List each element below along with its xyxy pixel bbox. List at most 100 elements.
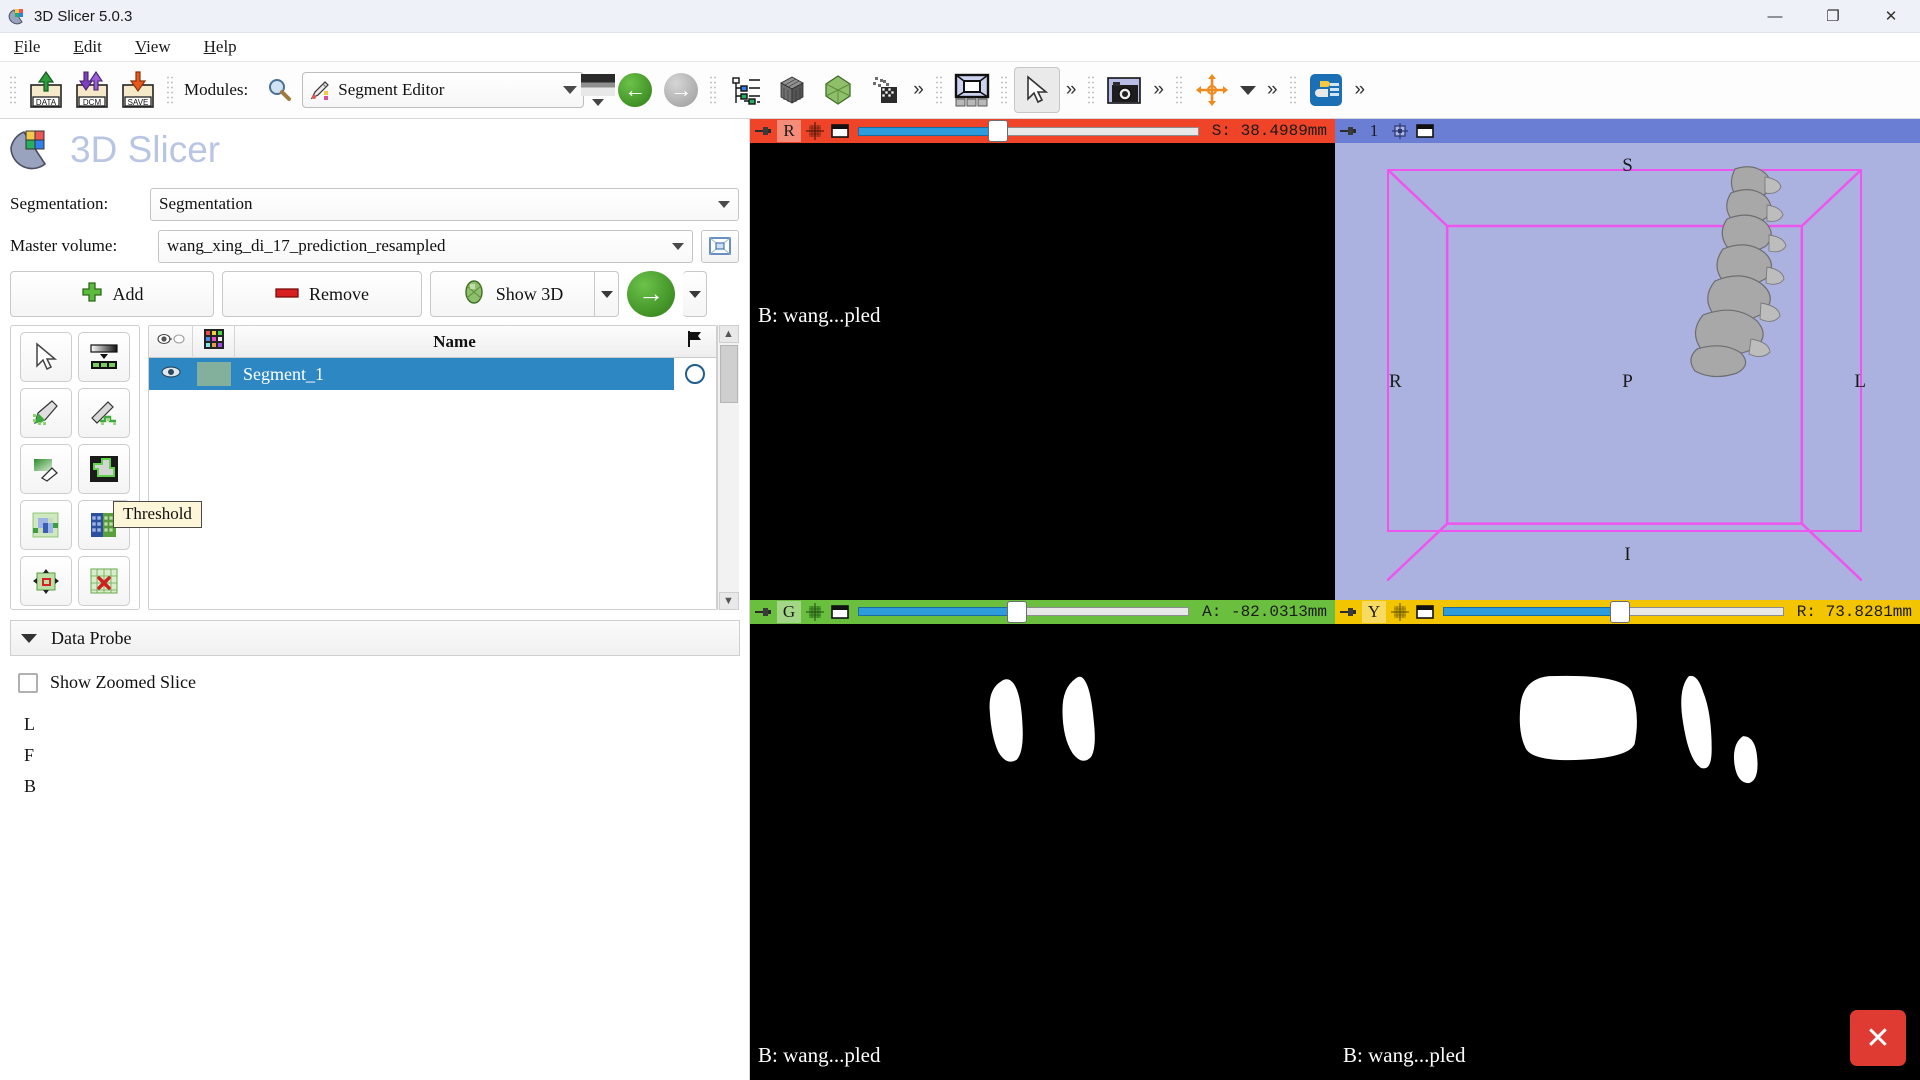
show-3d-options-button[interactable] <box>595 271 619 317</box>
layout-rect-icon[interactable] <box>1414 121 1436 141</box>
layout-rect-icon[interactable] <box>1414 602 1436 622</box>
apply-options-button[interactable] <box>683 271 707 317</box>
toolbar-overflow-mouse[interactable]: » <box>1060 79 1083 101</box>
yellow-slice-slider[interactable] <box>1443 600 1784 623</box>
toolbar-grip[interactable] <box>9 75 18 105</box>
apply-button[interactable]: → <box>627 271 675 317</box>
module-previous-button[interactable]: ← <box>612 67 658 113</box>
green-slice-view[interactable]: G A: -82.0313mm B: wang...pled <box>750 599 1335 1080</box>
red-slice-canvas[interactable]: B: wang...pled <box>750 143 1335 600</box>
segmentation-selector[interactable]: Segmentation <box>150 187 739 221</box>
layout-rect-icon[interactable] <box>829 602 851 622</box>
effect-grow-from-seeds[interactable] <box>20 500 72 550</box>
crosshair-options-button[interactable] <box>1235 67 1261 113</box>
mouse-mode-button[interactable] <box>1013 67 1060 113</box>
effect-draw[interactable] <box>78 388 130 438</box>
models-button[interactable] <box>815 67 861 113</box>
master-volume-selector[interactable]: wang_xing_di_17_prediction_resampled <box>158 229 693 263</box>
segment-status-badge[interactable] <box>674 358 716 390</box>
yellow-view-letter[interactable]: Y <box>1362 600 1386 623</box>
segment-name[interactable]: Segment_1 <box>235 364 674 385</box>
module-next-button[interactable]: → <box>658 67 704 113</box>
add-segment-button[interactable]: Add <box>10 271 214 317</box>
menu-file[interactable]: File <box>14 37 40 57</box>
toolbar-overflow-extensions[interactable]: » <box>1349 79 1372 101</box>
close-overlay-button[interactable]: ✕ <box>1850 1010 1906 1066</box>
3d-view[interactable]: 1 S I R L P <box>1335 119 1920 600</box>
effect-erase[interactable] <box>20 444 72 494</box>
menu-view[interactable]: View <box>135 37 171 57</box>
minimize-button[interactable]: — <box>1746 0 1804 33</box>
segment-color-swatch[interactable] <box>193 362 235 386</box>
effect-threshold[interactable] <box>78 332 130 382</box>
modules-view-grip[interactable] <box>709 75 719 105</box>
panel-scrollbar[interactable]: ▲ ▼ <box>717 325 739 610</box>
3d-scene[interactable]: S I R L P <box>1335 143 1920 600</box>
reticle-icon[interactable] <box>1389 602 1411 622</box>
scroll-up-button[interactable]: ▲ <box>718 325 739 343</box>
red-view-letter[interactable]: R <box>777 120 801 142</box>
red-slice-view[interactable]: R S: 38.4989mm B: wang...pled <box>750 119 1335 600</box>
view-settings-icon[interactable] <box>1389 121 1411 141</box>
show-zoomed-slice-checkbox[interactable] <box>18 672 38 693</box>
modules-toolbar-grip[interactable] <box>166 75 175 105</box>
module-favorites-toggle[interactable] <box>581 67 616 113</box>
maximize-button[interactable]: ❐ <box>1804 0 1862 33</box>
effect-paint[interactable] <box>20 388 72 438</box>
effect-islands[interactable] <box>78 556 130 606</box>
pin-icon[interactable] <box>1337 602 1359 622</box>
module-selector[interactable]: Segment Editor <box>302 72 585 108</box>
pin-icon[interactable] <box>752 602 774 622</box>
menu-help[interactable]: Help <box>204 37 237 57</box>
master-volume-options-button[interactable] <box>701 229 739 263</box>
table-row[interactable]: Segment_1 <box>149 358 716 390</box>
menu-edit[interactable]: Edit <box>73 37 101 57</box>
capture-toolbar-grip[interactable] <box>1087 75 1097 105</box>
effect-level-tracing[interactable] <box>78 444 130 494</box>
effect-scissors[interactable] <box>20 556 72 606</box>
reticle-icon[interactable] <box>804 602 826 622</box>
layout-rect-icon[interactable] <box>829 121 851 141</box>
yellow-slice-canvas[interactable]: B: wang...pled <box>1335 623 1920 1080</box>
slider-knob[interactable] <box>987 120 1008 142</box>
screenshot-button[interactable] <box>1101 67 1147 113</box>
red-slice-slider[interactable] <box>858 120 1199 142</box>
module-search-icon[interactable] <box>256 67 302 113</box>
scroll-down-button[interactable]: ▼ <box>718 592 739 610</box>
crosshair-button[interactable] <box>1189 67 1235 113</box>
mouse-mode-grip[interactable] <box>999 75 1009 105</box>
show-zoomed-slice-row[interactable]: Show Zoomed Slice <box>18 672 749 693</box>
effect-none[interactable] <box>20 332 72 382</box>
extensions-toolbar-grip[interactable] <box>1288 75 1298 105</box>
load-data-button[interactable]: DATA <box>23 67 69 113</box>
data-probe-section[interactable]: Data Probe <box>10 620 740 656</box>
slider-knob[interactable] <box>1006 600 1027 623</box>
remove-segment-button[interactable]: Remove <box>222 271 422 317</box>
volume-rendering-button[interactable] <box>769 67 815 113</box>
pin-icon[interactable] <box>752 121 774 141</box>
save-data-button[interactable]: SAVE <box>115 67 161 113</box>
toolbar-overflow-crosshair[interactable]: » <box>1261 79 1284 101</box>
scrollbar-thumb[interactable] <box>719 345 738 403</box>
layout-selector-button[interactable] <box>949 67 995 113</box>
segment-visibility-toggle[interactable] <box>149 365 193 384</box>
yellow-slice-view[interactable]: Y R: 73.8281mm B: wang...pled <box>1335 599 1920 1080</box>
transforms-button[interactable] <box>861 67 907 113</box>
extension-manager-button[interactable] <box>1303 67 1349 113</box>
show-3d-button[interactable]: Show 3D <box>430 271 595 317</box>
slider-knob[interactable] <box>1610 600 1631 623</box>
green-slice-canvas[interactable]: B: wang...pled <box>750 623 1335 1080</box>
load-dicom-button[interactable]: DCM <box>69 67 115 113</box>
close-window-button[interactable]: ✕ <box>1862 0 1920 33</box>
toolbar-overflow-modules[interactable]: » <box>907 79 930 101</box>
crosshair-toolbar-grip[interactable] <box>1174 75 1184 105</box>
subject-hierarchy-button[interactable] <box>723 67 769 113</box>
layout-toolbar-grip[interactable] <box>934 75 944 105</box>
reticle-icon[interactable] <box>804 121 826 141</box>
green-view-letter[interactable]: G <box>777 600 801 623</box>
3d-canvas[interactable]: S I R L P <box>1335 143 1920 600</box>
3d-view-letter[interactable]: 1 <box>1362 120 1386 142</box>
toolbar-overflow-capture[interactable]: » <box>1147 79 1170 101</box>
pin-icon[interactable] <box>1337 121 1359 141</box>
green-slice-slider[interactable] <box>858 600 1190 623</box>
